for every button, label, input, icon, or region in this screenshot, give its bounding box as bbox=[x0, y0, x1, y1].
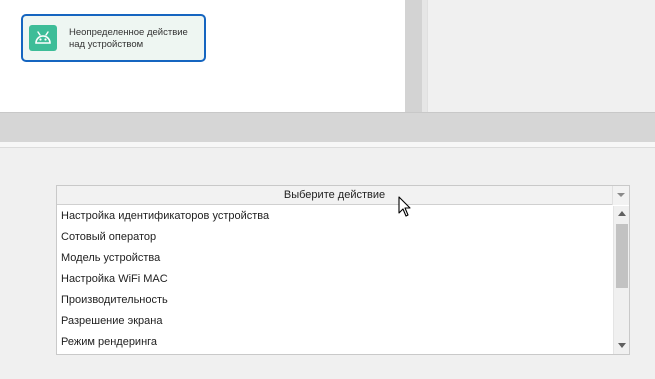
list-item-screen-resolution[interactable]: Разрешение экрана bbox=[57, 311, 613, 332]
scrollbar-thumb[interactable] bbox=[616, 224, 628, 288]
list-item-wifi-mac[interactable]: Настройка WiFi MAC bbox=[57, 269, 613, 290]
undefined-device-action-node[interactable]: Неопределенное действие над устройством bbox=[21, 14, 206, 62]
mouse-pointer-icon bbox=[398, 196, 411, 217]
android-icon bbox=[29, 25, 57, 51]
node-label-line2: над устройством bbox=[69, 39, 144, 50]
list-item-render-mode[interactable]: Режим рендеринга bbox=[57, 332, 613, 353]
scroll-down-arrow-icon bbox=[618, 343, 626, 348]
list-item-device-model[interactable]: Модель устройства bbox=[57, 248, 613, 269]
node-label-line1: Неопределенное действие bbox=[69, 27, 188, 38]
list-item-device-ids[interactable]: Настройка идентификаторов устройства bbox=[57, 206, 613, 227]
action-select-header[interactable]: Выберите действие bbox=[57, 186, 629, 205]
workflow-canvas[interactable]: Неопределенное действие над устройством bbox=[0, 0, 405, 112]
list-vertical-scrollbar[interactable] bbox=[613, 206, 629, 354]
scroll-up-button[interactable] bbox=[614, 206, 630, 222]
action-select-dropdown[interactable]: Выберите действие Настройка идентификато… bbox=[56, 185, 630, 355]
right-side-panel bbox=[427, 0, 655, 112]
node-label: Неопределенное действие над устройством bbox=[69, 27, 204, 51]
scroll-up-arrow-icon bbox=[618, 211, 626, 216]
dropdown-toggle-button[interactable] bbox=[612, 186, 629, 205]
action-select-title: Выберите действие bbox=[283, 189, 386, 201]
properties-panel-header bbox=[0, 142, 655, 148]
horizontal-splitter[interactable] bbox=[0, 112, 655, 142]
list-item-performance[interactable]: Производительность bbox=[57, 290, 613, 311]
action-options-list: Настройка идентификаторов устройства Сот… bbox=[57, 206, 613, 354]
list-item-carrier[interactable]: Сотовый оператор bbox=[57, 227, 613, 248]
chevron-down-icon bbox=[617, 193, 625, 197]
scroll-down-button[interactable] bbox=[614, 338, 630, 354]
canvas-vertical-scrollbar[interactable] bbox=[405, 0, 422, 112]
